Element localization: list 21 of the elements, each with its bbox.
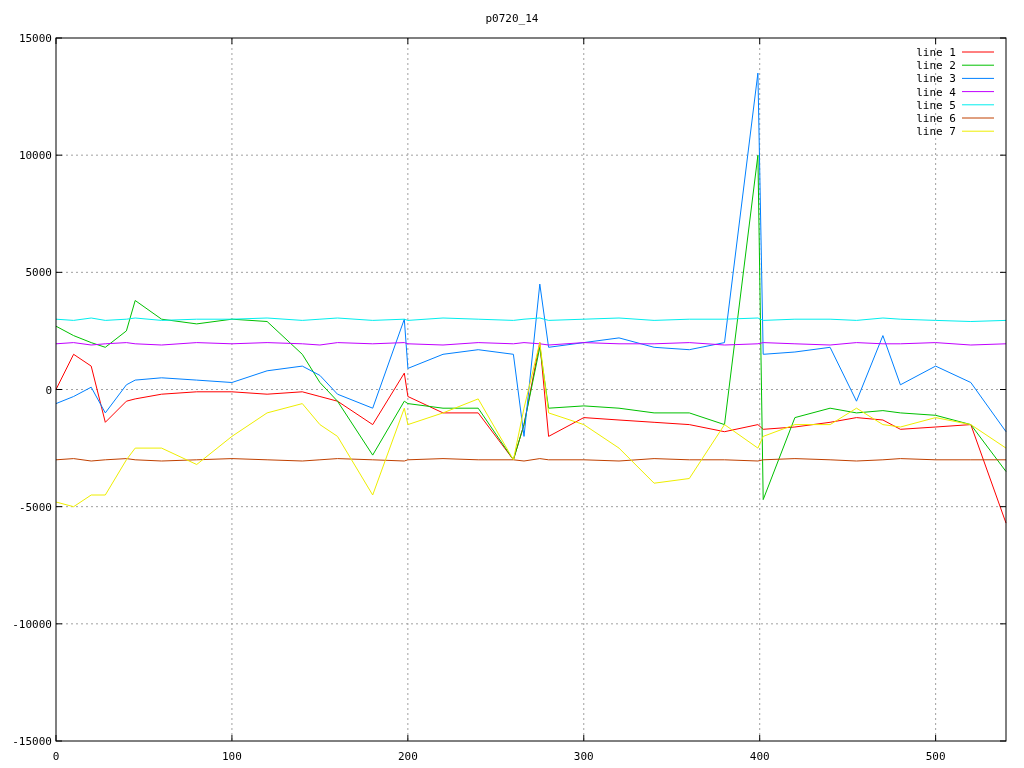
legend-label: line 2	[916, 59, 956, 73]
legend-label: line 7	[916, 125, 956, 139]
tick-label: -15000	[12, 735, 52, 748]
tick-label: 500	[925, 750, 946, 763]
legend-label: line 5	[916, 98, 956, 112]
tick-label: 15000	[18, 32, 52, 45]
tick-label: 5000	[25, 266, 52, 280]
legend-label: line 4	[916, 85, 956, 99]
tick-label: 100	[222, 750, 242, 763]
legend-label: line 3	[916, 72, 956, 86]
legend-label: line 6	[916, 112, 956, 125]
tick-label: 300	[573, 750, 594, 763]
chart-title: p0720_14	[485, 12, 539, 25]
tick-label: -5000	[18, 500, 52, 514]
tick-label: -10000	[12, 617, 52, 631]
tick-label: 0	[45, 383, 52, 397]
tick-label: 0	[52, 750, 60, 763]
tick-label: 10000	[18, 149, 52, 163]
tick-label: 400	[749, 750, 770, 763]
tick-label: 200	[397, 750, 418, 763]
legend-label: line 1	[916, 46, 956, 59]
